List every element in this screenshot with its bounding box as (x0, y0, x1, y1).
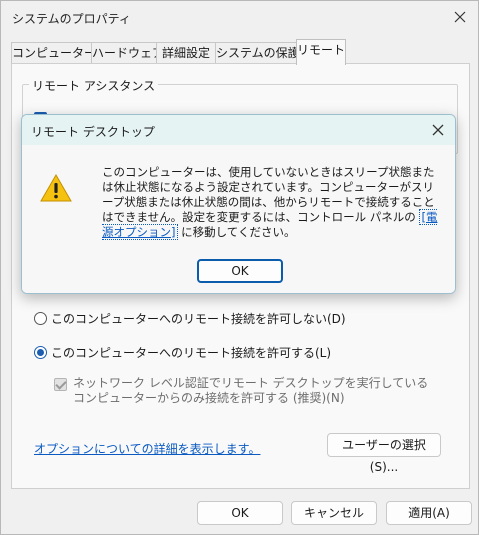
remote-desktop-dialog: リモート デスクトップ このコンピューターは、使用していないときはスリープ状態ま… (21, 114, 456, 294)
radio-allow-circle[interactable] (34, 345, 47, 359)
dialog-title-bar: リモート デスクトップ (22, 115, 455, 145)
select-users-button[interactable]: ユーザーの選択(S)... (327, 433, 441, 474)
options-details-link[interactable]: オプションについての詳細を表示します。 (34, 440, 260, 457)
apply-button[interactable]: 適用(A) (386, 501, 472, 525)
tab-system-protection[interactable]: システムの保護 (215, 42, 300, 64)
system-properties-window: システムのプロパティ コンピューター名 ハードウェア 詳細設定 システムの保護 … (0, 0, 479, 535)
dialog-title: リモート デスクトップ (31, 125, 155, 139)
tab-remote[interactable]: リモート (296, 39, 346, 65)
dialog-message-text-1: このコンピューターは、使用していないときはスリープ状態または休止状態になるよう設… (102, 165, 435, 224)
nla-option[interactable]: ネットワーク レベル認証でリモート デスクトップを実行しているコンピューターから… (54, 376, 434, 406)
nla-label: ネットワーク レベル認証でリモート デスクトップを実行しているコンピューターから… (73, 376, 429, 405)
radio-disallow-circle[interactable] (34, 311, 47, 325)
radio-allow-remote[interactable]: このコンピューターへのリモート接続を許可する(L) (34, 343, 331, 361)
radio-allow-label: このコンピューターへのリモート接続を許可する(L) (51, 345, 332, 360)
tab-advanced[interactable]: 詳細設定 (156, 42, 216, 64)
dialog-message: このコンピューターは、使用していないときはスリープ状態または休止状態になるよう設… (102, 165, 442, 240)
tab-computer-name[interactable]: コンピューター名 (11, 42, 108, 64)
dialog-close-icon[interactable] (431, 123, 445, 137)
window-title: システムのプロパティ (12, 12, 131, 26)
dialog-body: このコンピューターは、使用していないときはスリープ状態または休止状態になるよう設… (22, 145, 455, 293)
dialog-message-text-2: に移動してください。 (177, 225, 296, 239)
title-bar: システムのプロパティ (1, 1, 478, 35)
dialog-ok-button[interactable]: OK (197, 259, 283, 283)
radio-disallow-remote[interactable]: このコンピューターへのリモート接続を許可しない(D) (34, 309, 346, 327)
nla-checkbox[interactable] (54, 378, 67, 391)
tab-hardware[interactable]: ハードウェア (91, 42, 164, 64)
warning-icon (40, 174, 72, 202)
remote-assistance-legend: リモート アシスタンス (29, 77, 159, 94)
ok-button[interactable]: OK (197, 501, 283, 525)
cancel-button[interactable]: キャンセル (291, 501, 377, 525)
close-icon[interactable] (452, 9, 468, 25)
radio-disallow-label: このコンピューターへのリモート接続を許可しない(D) (51, 311, 346, 326)
